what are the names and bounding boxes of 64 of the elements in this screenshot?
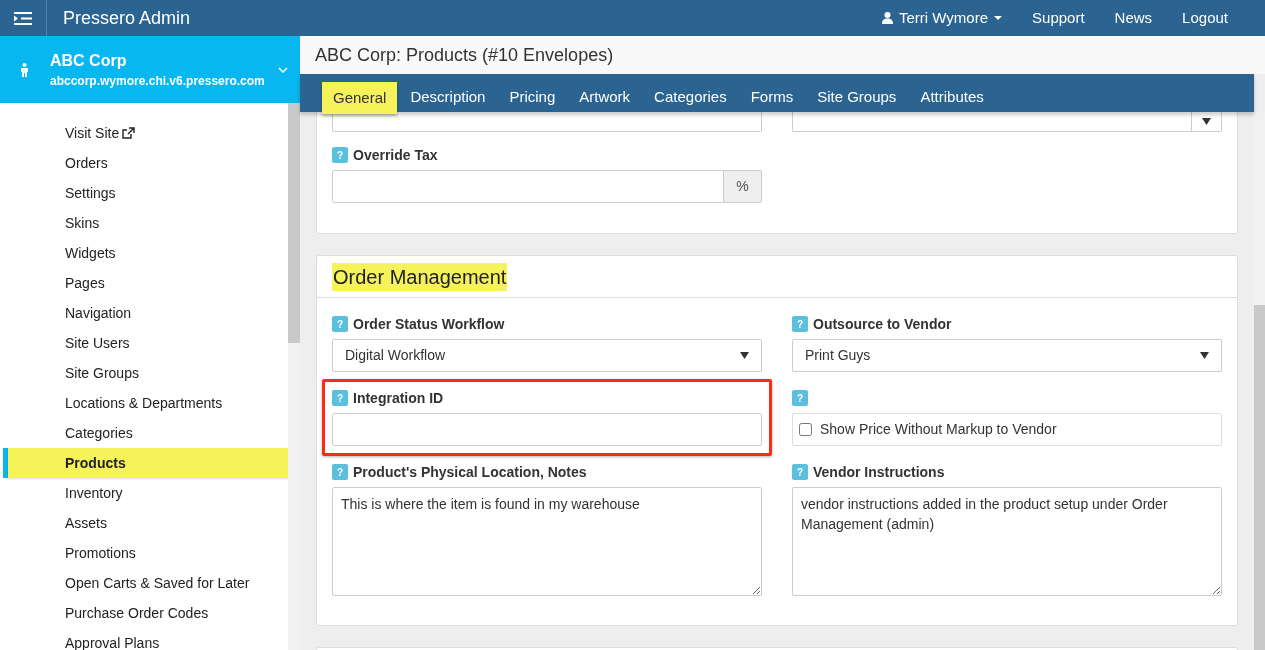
checkbox-option[interactable]: Show Price Without Markup to Vendor xyxy=(792,413,1222,446)
field-label: Order Status Workflow xyxy=(353,314,505,334)
input-field[interactable] xyxy=(332,170,724,203)
input-field[interactable] xyxy=(332,413,762,446)
user-icon xyxy=(882,12,893,24)
top-link[interactable]: Support xyxy=(1032,6,1085,30)
tab[interactable]: Description xyxy=(399,82,497,112)
sidebar-item[interactable]: Orders xyxy=(0,148,288,178)
sidebar-item[interactable]: Locations & Departments xyxy=(0,388,288,418)
select-field[interactable] xyxy=(792,112,1222,132)
scrollbar-thumb[interactable] xyxy=(1254,305,1265,650)
sidebar-item[interactable]: Assets xyxy=(0,508,288,538)
sidebar-item[interactable]: Open Carts & Saved for Later xyxy=(0,568,288,598)
sidebar-item[interactable]: Skins xyxy=(0,208,288,238)
caret-icon xyxy=(740,352,749,359)
scrollbar-thumb[interactable] xyxy=(288,103,300,343)
tab[interactable]: Site Groups xyxy=(806,82,908,112)
caret-icon xyxy=(1200,352,1209,359)
field-label: Outsource to Vendor xyxy=(813,314,952,334)
select-field[interactable]: Digital Workflow xyxy=(332,339,762,372)
section-title: Order Management xyxy=(332,262,508,291)
input-field[interactable] xyxy=(332,112,762,132)
sidebar-item[interactable]: Categories xyxy=(0,418,288,448)
tab[interactable]: Attributes xyxy=(909,82,995,112)
top-link[interactable]: Logout xyxy=(1182,6,1228,30)
tab[interactable]: General xyxy=(322,82,398,114)
sidebar-item[interactable]: Promotions xyxy=(0,538,288,568)
caret-icon xyxy=(1202,118,1211,125)
sidebar-item[interactable]: Approval Plans xyxy=(0,628,288,650)
field-label: Integration ID xyxy=(353,388,444,408)
sidebar-item[interactable]: Navigation xyxy=(0,298,288,328)
app-title: Pressero Admin xyxy=(63,6,191,30)
caret-icon xyxy=(994,16,1003,20)
user-menu[interactable]: Terri Wymore xyxy=(882,6,1003,30)
percent-addon: % xyxy=(724,170,762,203)
site-url: abccorp.wymore.chi.v6.pressero.com xyxy=(50,72,265,90)
site-name: ABC Corp xyxy=(50,50,128,71)
chevron-down-icon xyxy=(278,66,288,73)
sidebar-item[interactable]: Widgets xyxy=(0,238,288,268)
top-link[interactable]: News xyxy=(1114,6,1153,30)
sidebar-item[interactable]: Site Groups xyxy=(0,358,288,388)
tab[interactable]: Pricing xyxy=(498,82,567,112)
tab[interactable]: Categories xyxy=(643,82,738,112)
external-link-icon xyxy=(122,127,136,139)
active-indicator xyxy=(3,448,8,478)
sidebar-item[interactable]: Settings xyxy=(0,178,288,208)
textarea-field[interactable]: vendor instructions added in the product setup under Order Management (admin) xyxy=(792,487,1222,596)
menu-icon xyxy=(14,11,32,25)
sidebar-item[interactable]: Pages xyxy=(0,268,288,298)
field-label: Product's Physical Location, Notes xyxy=(353,462,587,482)
page-title: ABC Corp: Products (#10 Envelopes) xyxy=(315,43,614,67)
sidebar-item[interactable]: Products xyxy=(8,448,288,478)
sidebar-item[interactable]: Site Users xyxy=(0,328,288,358)
textarea-field[interactable]: This is where the item is found in my warehouse xyxy=(332,487,762,596)
field-label: Override Tax xyxy=(353,145,438,165)
tab[interactable]: Forms xyxy=(739,82,805,112)
person-icon xyxy=(20,62,29,77)
checkbox[interactable] xyxy=(799,423,812,436)
field-label: Vendor Instructions xyxy=(813,462,945,482)
sidebar-item[interactable]: Visit Site xyxy=(0,118,288,148)
tab[interactable]: Artwork xyxy=(568,82,642,112)
select-field[interactable]: Print Guys xyxy=(792,339,1222,372)
sidebar-item[interactable]: Purchase Order Codes xyxy=(0,598,288,628)
sidebar-item[interactable]: Inventory xyxy=(0,478,288,508)
